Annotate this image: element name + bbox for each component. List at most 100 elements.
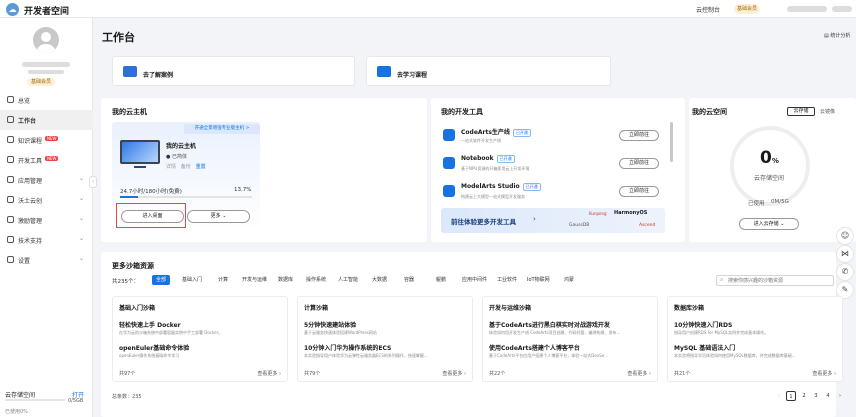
partner-ascend: Ascend <box>639 223 656 228</box>
tab-iot[interactable]: IoT物联网 <box>523 275 554 285</box>
view-more-link[interactable]: 查看更多 › <box>257 370 281 377</box>
tab-cloud-storage[interactable]: 云存储 <box>787 107 815 116</box>
sidebar-item-courses[interactable]: 知识课程 NEW <box>0 130 93 150</box>
stats-link[interactable]: ▤ 统计分析 <box>824 32 850 39</box>
more-button[interactable]: 更多 ⌄ <box>187 210 250 223</box>
tab-compute[interactable]: 计算 <box>214 275 232 285</box>
tab-container[interactable]: 容器 <box>400 275 418 285</box>
sandbox-item-desc: 指导用户创建RDS for MySQL实例并完成基本操作。 <box>674 330 769 335</box>
monitor-stand <box>134 166 146 168</box>
sandbox-total: 总条数：235 <box>112 394 142 400</box>
sandbox-item-title[interactable]: 10分钟入门华为操作系统的ECS <box>304 343 391 352</box>
collapse-sidebar-button[interactable]: ‹ <box>89 176 97 188</box>
phone-icon[interactable]: ✆ <box>836 263 854 281</box>
sandbox-search-input[interactable] <box>728 277 832 285</box>
host-detail-link[interactable]: 详情 <box>166 164 176 170</box>
tab-os[interactable]: 操作系统 <box>302 275 330 285</box>
sandbox-item-title[interactable]: MySQL 基础语法入门 <box>674 343 735 352</box>
enter-desktop-button[interactable]: 进入桌面 <box>121 210 184 223</box>
user-menu[interactable] <box>832 6 852 12</box>
chevron-down-icon: ⌄ <box>220 213 227 219</box>
go-modelarts-button[interactable]: 立即前往 <box>619 186 659 197</box>
sandbox-card-count: 共22个 <box>489 371 506 377</box>
tab-kunpeng[interactable]: 鲲鹏 <box>432 275 450 285</box>
sandbox-search[interactable]: ⌕ <box>716 275 834 286</box>
sidebar-item-support[interactable]: 技术支持 ⌄ <box>0 230 93 250</box>
banner-courses[interactable]: 去学习课程 <box>366 56 611 86</box>
tab-industrial[interactable]: 工业软件 <box>493 275 521 285</box>
tool-name-text: Notebook <box>461 155 494 162</box>
sandbox-item-title[interactable]: 轻松快速上手 Docker <box>119 320 181 329</box>
sidebar-item-apps[interactable]: 应用管理 ⌄ <box>0 170 93 190</box>
view-more-link[interactable]: 查看更多 › <box>442 370 466 377</box>
tab-harmony[interactable]: 鸿蒙 <box>560 275 578 285</box>
storage-used: 已使用0% <box>5 409 28 415</box>
sandbox-card-header: 基础入门沙箱 <box>119 305 156 312</box>
sandbox-item-title[interactable]: 使用CodeArts搭建个人博客平台 <box>489 343 580 352</box>
avatar[interactable] <box>33 27 59 53</box>
console-link[interactable]: 云控制台 <box>696 5 720 14</box>
smile-icon[interactable]: ☺ <box>836 227 854 245</box>
view-more-link[interactable]: 查看更多 › <box>627 370 651 377</box>
sidebar-item-wotu[interactable]: 沃土云创 ⌄ <box>0 190 93 210</box>
sandbox-card-devops[interactable]: 开发与运维沙箱 基于CodeArts进行黑白棋实时对战游戏开发 体验如何用开发生… <box>482 296 658 382</box>
chevron-right-icon: › <box>277 371 281 377</box>
host-status: ● 已简体 <box>166 153 187 160</box>
help-icon[interactable]: ⓘ <box>173 187 179 196</box>
sidebar-item-workbench[interactable]: 工作台 <box>0 110 93 130</box>
sidebar-item-overview[interactable]: 总览 <box>0 90 93 110</box>
tab-ai[interactable]: 人工智能 <box>334 275 362 285</box>
top-bar: ☁ 开发者空间 云控制台 基础会员 <box>0 0 856 18</box>
go-notebook-button[interactable]: 立即前往 <box>619 158 659 169</box>
banner-cases[interactable]: 去了解案例 <box>112 56 355 86</box>
scrollbar[interactable] <box>670 122 673 162</box>
app-title[interactable]: 开发者空间 <box>24 4 69 17</box>
sidebar-item-settings[interactable]: 设置 ⌄ <box>0 250 93 270</box>
sandbox-card-compute[interactable]: 计算沙箱 5分钟快速建站体验 基于云服务快速体验搭建WordPress网站 10… <box>297 296 473 382</box>
sidebar-item-devtools[interactable]: 开发工具 NEW <box>0 150 93 170</box>
sidebar-item-label: 设置 <box>18 258 31 265</box>
tool-icon <box>7 156 14 163</box>
go-codearts-button[interactable]: 立即前往 <box>619 130 659 141</box>
member-badge[interactable]: 基础会员 <box>734 4 761 14</box>
sidebar-item-incentive[interactable]: 激励管理 ⌄ <box>0 210 93 230</box>
tab-bigdata[interactable]: 大数据 <box>368 275 391 285</box>
next-page-icon[interactable]: › <box>835 391 845 401</box>
page-2[interactable]: 2 <box>799 391 809 401</box>
sidebar-item-label: 总览 <box>18 98 31 105</box>
view-more-link[interactable]: 查看更多 › <box>812 370 836 377</box>
tool-name[interactable]: ModelArts Studio 已开通 <box>461 183 541 191</box>
tab-all[interactable]: 全部 <box>152 275 171 285</box>
page-3[interactable]: 3 <box>811 391 821 401</box>
host-reset-link[interactable]: 重置 <box>196 164 206 170</box>
sandbox-card-database[interactable]: 数据库沙箱 10分钟快速入门RDS 指导用户创建RDS for MySQL实例并… <box>667 296 843 382</box>
page-1[interactable]: 1 <box>786 391 796 401</box>
case-icon <box>123 66 137 77</box>
more-tools-banner[interactable]: 前往体验更多开发工具 › Kunpeng HarmonyOS GaussDB A… <box>441 208 665 233</box>
user-name[interactable] <box>787 6 827 12</box>
sandbox-item-title[interactable]: 10分钟快速入门RDS <box>674 320 732 329</box>
sandbox-item-title[interactable]: 基于CodeArts进行黑白棋实时对战游戏开发 <box>489 320 610 329</box>
page-4[interactable]: 4 <box>823 391 833 401</box>
sandbox-item-title[interactable]: openEuler基础命令体验 <box>119 343 189 352</box>
tool-tag: 已开通 <box>522 183 541 191</box>
tab-middleware[interactable]: 应用中间件 <box>458 275 491 285</box>
tab-basic[interactable]: 基础入门 <box>178 275 206 285</box>
tool-name[interactable]: CodeArts生产线 已开通 <box>461 127 531 137</box>
tab-cloud-image[interactable]: 云镜像 <box>820 108 835 115</box>
sidebar-item-label: 激励管理 <box>18 218 43 225</box>
tab-database[interactable]: 数据库 <box>274 275 297 285</box>
tool-name[interactable]: Notebook 已开通 <box>461 155 515 163</box>
sandbox-item-title[interactable]: 5分钟快速建站体验 <box>304 320 356 329</box>
tab-devops[interactable]: 开发与运维 <box>238 275 271 285</box>
sandbox-card-basic[interactable]: 基础入门沙箱 轻松快速上手 Docker 在华为云的沙箱系统中部署容器实例中手工… <box>112 296 288 382</box>
share-icon[interactable]: ⋈ <box>836 245 854 263</box>
storage-capacity: 0M/5G <box>771 199 789 205</box>
promo-link[interactable]: 开通全景增强专业版主机 > <box>184 124 260 134</box>
partner-kunpeng: Kunpeng <box>589 211 607 216</box>
host-backup-link[interactable]: 备份 <box>181 164 191 170</box>
enter-storage-button[interactable]: 进入云存储 ⌄ <box>739 218 799 230</box>
sidebar-item-label: 应用管理 <box>18 178 43 185</box>
tool-name-text: CodeArts生产线 <box>461 129 510 136</box>
prev-page-icon[interactable]: ‹ <box>774 391 784 401</box>
